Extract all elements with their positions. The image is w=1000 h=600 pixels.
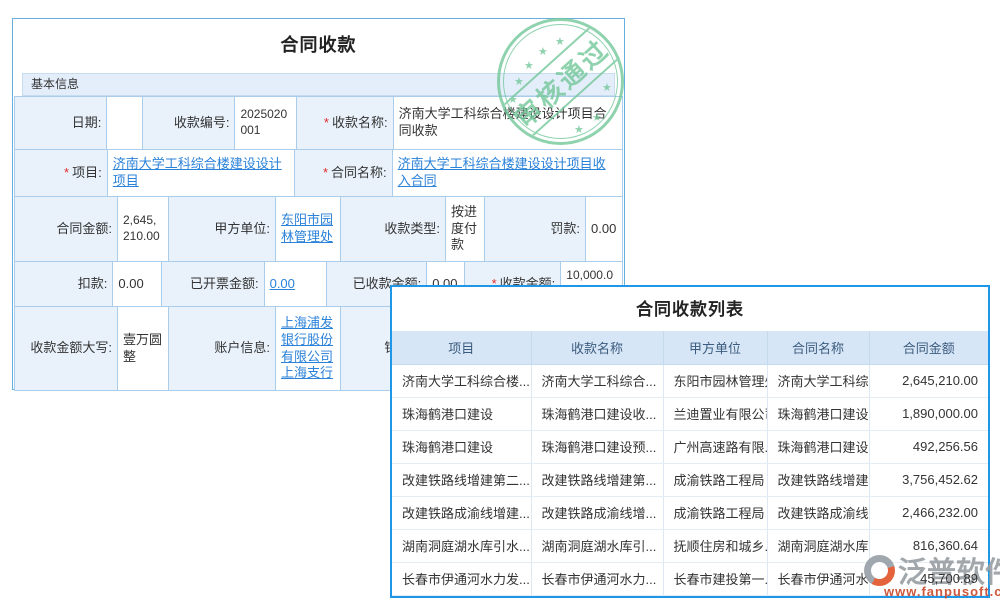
contract-name-label-text: 合同名称: bbox=[331, 165, 387, 182]
table-row: 珠海鹤港口建设 珠海鹤港口建设收... 兰迪置业有限公司 珠海鹤港口建设... … bbox=[392, 397, 988, 430]
list-cell-receipt-name[interactable]: 改建铁路成渝线增... bbox=[531, 496, 663, 529]
star-icon: ★ bbox=[574, 125, 584, 136]
list-cell-receipt-name[interactable]: 湖南洞庭湖水库引... bbox=[531, 529, 663, 562]
list-cell-contract-amount: 492,256.56 bbox=[869, 430, 988, 463]
project-label-text: 项目: bbox=[72, 165, 102, 182]
receipt-type-value: 按进度付款 bbox=[446, 197, 485, 262]
list-cell-project[interactable]: 改建铁路线增建第二... bbox=[392, 463, 531, 496]
list-cell-receipt-name[interactable]: 长春市伊通河水力... bbox=[531, 562, 663, 595]
date-label: 日期: bbox=[15, 97, 107, 150]
penalty-label: 罚款: bbox=[485, 197, 586, 262]
list-cell-receipt-name[interactable]: 珠海鹤港口建设收... bbox=[531, 397, 663, 430]
list-cell-contract-name[interactable]: 珠海鹤港口建设... bbox=[767, 397, 869, 430]
amount-in-words-value: 壹万圆整 bbox=[118, 307, 169, 391]
list-title: 合同收款列表 bbox=[392, 287, 988, 331]
account-info-link[interactable]: 上海浦发银行股份有限公司上海支行 bbox=[276, 307, 341, 391]
col-header-contract-amount: 合同金额 bbox=[869, 331, 988, 364]
account-info-label: 账户信息: bbox=[169, 307, 276, 391]
star-icon: ★ bbox=[592, 113, 602, 124]
list-cell-contract-amount: 3,756,452.62 bbox=[869, 463, 988, 496]
list-cell-contract-name[interactable]: 珠海鹤港口建设 bbox=[767, 430, 869, 463]
approval-stamp: 审核通过 ★ ★ ★ ★ ★ ★ ★ ★ bbox=[497, 18, 624, 145]
list-cell-contract-name[interactable]: 长春市伊通河水... bbox=[767, 562, 869, 595]
project-link[interactable]: 济南大学工科综合楼建设设计项目 bbox=[108, 150, 296, 197]
invoiced-amount-link[interactable]: 0.00 bbox=[265, 262, 327, 307]
col-header-party-a: 甲方单位 bbox=[663, 331, 767, 364]
star-icon: ★ bbox=[538, 47, 548, 58]
project-label: *项目: bbox=[15, 150, 108, 197]
list-cell-contract-name[interactable]: 改建铁路线增建... bbox=[767, 463, 869, 496]
table-row: 珠海鹤港口建设 珠海鹤港口建设预... 广州高速路有限... 珠海鹤港口建设 4… bbox=[392, 430, 988, 463]
list-cell-contract-amount: 45,700.89 bbox=[869, 562, 988, 595]
required-asterisk: * bbox=[324, 115, 329, 132]
amount-in-words-label: 收款金额大写: bbox=[15, 307, 118, 391]
col-header-receipt-name: 收款名称 bbox=[531, 331, 663, 364]
table-row: 济南大学工科综合楼... 济南大学工科综合... 东阳市园林管理处 济南大学工科… bbox=[392, 364, 988, 397]
list-cell-receipt-name[interactable]: 珠海鹤港口建设预... bbox=[531, 430, 663, 463]
list-cell-contract-name[interactable]: 改建铁路成渝线... bbox=[767, 496, 869, 529]
receipt-type-label: 收款类型: bbox=[341, 197, 446, 262]
list-cell-party-a: 兰迪置业有限公司 bbox=[663, 397, 767, 430]
receipt-name-label: *收款名称: bbox=[297, 97, 394, 150]
contract-name-link[interactable]: 济南大学工科综合楼建设设计项目收入合同 bbox=[393, 150, 623, 197]
list-cell-party-a: 成渝铁路工程局 bbox=[663, 463, 767, 496]
list-cell-party-a: 抚顺住房和城乡... bbox=[663, 529, 767, 562]
list-cell-contract-amount: 2,645,210.00 bbox=[869, 364, 988, 397]
invoiced-amount-label: 已开票金额: bbox=[162, 262, 264, 307]
list-cell-project[interactable]: 济南大学工科综合楼... bbox=[392, 364, 531, 397]
star-icon: ★ bbox=[508, 95, 518, 106]
form-row-2: *项目: 济南大学工科综合楼建设设计项目 *合同名称: 济南大学工科综合楼建设设… bbox=[15, 150, 623, 197]
party-a-link[interactable]: 东阳市园林管理处 bbox=[276, 197, 341, 262]
star-icon: ★ bbox=[555, 37, 565, 48]
list-cell-party-a: 广州高速路有限... bbox=[663, 430, 767, 463]
list-cell-contract-name[interactable]: 湖南洞庭湖水库... bbox=[767, 529, 869, 562]
receipt-no-value: 2025020001 bbox=[235, 97, 296, 150]
date-value bbox=[107, 97, 143, 150]
contract-name-label: *合同名称: bbox=[295, 150, 392, 197]
list-cell-party-a: 东阳市园林管理处 bbox=[663, 364, 767, 397]
contract-amount-label: 合同金额: bbox=[15, 197, 118, 262]
party-a-label: 甲方单位: bbox=[169, 197, 276, 262]
list-header-row: 项目 收款名称 甲方单位 合同名称 合同金额 bbox=[392, 331, 988, 364]
list-cell-project[interactable]: 湖南洞庭湖水库引水... bbox=[392, 529, 531, 562]
star-icon: ★ bbox=[514, 77, 524, 88]
deduction-label: 扣款: bbox=[15, 262, 113, 307]
table-row: 长春市伊通河水力发... 长春市伊通河水力... 长春市建投第一... 长春市伊… bbox=[392, 562, 988, 595]
penalty-value: 0.00 bbox=[586, 197, 623, 262]
star-icon: ★ bbox=[524, 61, 534, 72]
col-header-project: 项目 bbox=[392, 331, 531, 364]
col-header-contract-name: 合同名称 bbox=[767, 331, 869, 364]
receipt-name-label-text: 收款名称: bbox=[332, 115, 388, 132]
list-cell-party-a: 成渝铁路工程局 bbox=[663, 496, 767, 529]
list-cell-party-a: 长春市建投第一... bbox=[663, 562, 767, 595]
list-cell-project[interactable]: 长春市伊通河水力发... bbox=[392, 562, 531, 595]
receipt-no-label: 收款编号: bbox=[143, 97, 235, 150]
table-row: 改建铁路成渝线增建... 改建铁路成渝线增... 成渝铁路工程局 改建铁路成渝线… bbox=[392, 496, 988, 529]
list-cell-project[interactable]: 改建铁路成渝线增建... bbox=[392, 496, 531, 529]
form-row-3: 合同金额: 2,645,210.00 甲方单位: 东阳市园林管理处 收款类型: … bbox=[15, 197, 623, 262]
list-cell-receipt-name[interactable]: 改建铁路线增建第... bbox=[531, 463, 663, 496]
deduction-value: 0.00 bbox=[113, 262, 162, 307]
required-asterisk: * bbox=[64, 165, 69, 182]
list-cell-receipt-name[interactable]: 济南大学工科综合... bbox=[531, 364, 663, 397]
list-cell-project[interactable]: 珠海鹤港口建设 bbox=[392, 397, 531, 430]
star-icon: ★ bbox=[602, 83, 612, 94]
list-cell-contract-amount: 1,890,000.00 bbox=[869, 397, 988, 430]
contract-amount-value: 2,645,210.00 bbox=[118, 197, 169, 262]
table-row: 改建铁路线增建第二... 改建铁路线增建第... 成渝铁路工程局 改建铁路线增建… bbox=[392, 463, 988, 496]
screen: 合同收款 基本信息 日期: 收款编号: 2025020001 *收款名称: 济南… bbox=[0, 0, 1000, 600]
list-cell-project[interactable]: 珠海鹤港口建设 bbox=[392, 430, 531, 463]
required-asterisk: * bbox=[323, 165, 328, 182]
list-cell-contract-amount: 2,466,232.00 bbox=[869, 496, 988, 529]
list-cell-contract-name[interactable]: 济南大学工科综... bbox=[767, 364, 869, 397]
